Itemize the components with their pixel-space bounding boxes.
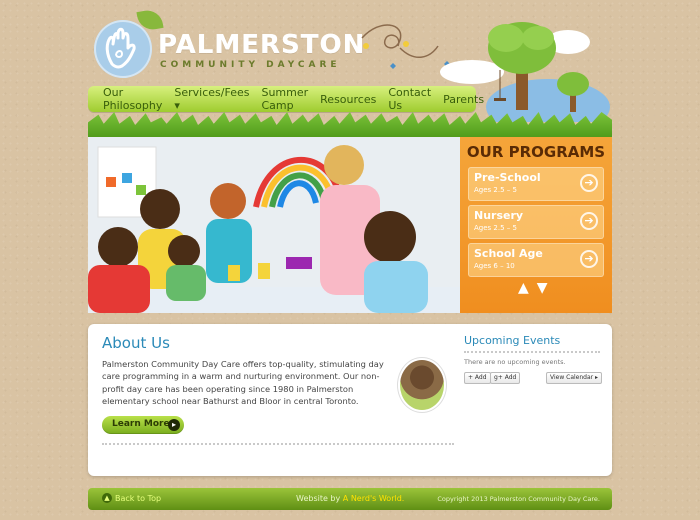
program-ages: Ages 6 – 10 [474,262,515,270]
program-name: School Age [474,247,543,260]
learn-more-label: Learn More [112,419,170,429]
program-carousel-controls: ▲ ▼ [518,280,554,296]
events-empty-text: There are no upcoming events. [464,358,566,366]
about-text: Palmerston Community Day Care offers top… [102,359,384,407]
nav-parents[interactable]: Parents [438,93,489,106]
learn-more-button[interactable]: Learn More ▸ [102,416,184,434]
credit-prefix: Website by [296,494,343,503]
content-panel: About Us Palmerston Community Day Care o… [88,324,612,476]
nav-resources[interactable]: Resources [315,93,381,106]
nav-our-philosophy[interactable]: Our Philosophy [98,86,167,112]
program-item-pre-school[interactable]: Pre-School Ages 2.5 – 5 ➔ [468,167,604,201]
about-title: About Us [102,334,170,352]
program-ages: Ages 2.5 – 5 [474,224,517,232]
child-photo [400,360,444,410]
events-title: Upcoming Events [464,334,561,347]
program-ages: Ages 2.5 – 5 [474,186,517,194]
hand-icon [105,27,136,69]
divider [102,443,454,445]
program-item-nursery[interactable]: Nursery Ages 2.5 – 5 ➔ [468,205,604,239]
divider [464,351,600,353]
add-google-event-button[interactable]: g+ Add [490,372,521,384]
chevron-up-icon[interactable]: ▲ [518,280,529,296]
arrow-right-icon[interactable]: ➔ [580,212,598,230]
nav-summer-camp[interactable]: Summer Camp [256,86,313,112]
nav-contact-us[interactable]: Contact Us [383,86,436,112]
arrow-right-icon[interactable]: ➔ [580,250,598,268]
back-to-top-link[interactable]: ▲ Back to Top [102,493,161,503]
view-calendar-button[interactable]: View Calendar ▸ [546,372,603,384]
main-nav: Our Philosophy Services/Fees ▾ Summer Ca… [88,86,484,112]
programs-title: OUR PROGRAMS [466,143,606,161]
add-event-button[interactable]: + Add [464,372,491,384]
chevron-down-icon[interactable]: ▼ [537,280,548,296]
logo-title[interactable]: PALMERSTON [158,30,365,60]
credit-link[interactable]: A Nerd's World. [343,494,405,503]
back-to-top-label: Back to Top [115,493,162,503]
logo-tagline: COMMUNITY DAYCARE [160,60,341,70]
arrow-right-icon[interactable]: ➔ [580,174,598,192]
program-name: Nursery [474,209,524,222]
hero-photo [88,137,460,313]
program-name: Pre-School [474,171,541,184]
program-item-school-age[interactable]: School Age Ages 6 – 10 ➔ [468,243,604,277]
nav-services-fees[interactable]: Services/Fees ▾ [169,86,254,112]
footer: ▲ Back to Top Website by A Nerd's World.… [88,488,612,510]
website-credit: Website by A Nerd's World. [296,494,404,503]
programs-panel: OUR PROGRAMS Pre-School Ages 2.5 – 5 ➔ N… [460,137,612,313]
arrow-right-icon: ▸ [168,419,180,431]
copyright-text: Copyright 2013 Palmerston Community Day … [437,495,600,503]
classroom-photo-illustration [88,137,460,313]
logo-hand-badge[interactable] [94,20,152,78]
arrow-up-icon: ▲ [102,493,112,503]
